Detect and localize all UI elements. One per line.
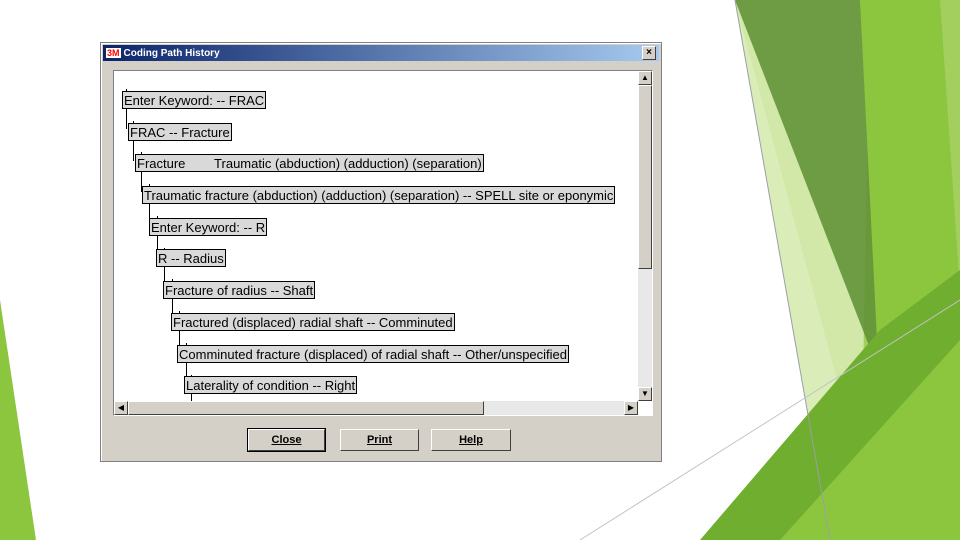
horizontal-scroll-thumb[interactable]	[128, 401, 484, 415]
scroll-up-arrow-icon[interactable]: ▲	[638, 71, 652, 85]
tree-item[interactable]: Fracture of radius -- Shaft	[163, 281, 316, 299]
scroll-right-arrow-icon[interactable]: ▶	[624, 401, 638, 415]
title-bar: 3M Coding Path History ×	[103, 45, 659, 61]
tree-item[interactable]: R -- Radius	[156, 249, 226, 267]
print-button[interactable]: Print	[340, 429, 419, 451]
tree-item[interactable]: Laterality of condition -- Right	[184, 376, 358, 394]
tree-item[interactable]: Comminuted fracture (displaced) of radia…	[177, 345, 570, 363]
3m-logo: 3M	[106, 48, 121, 58]
help-button[interactable]: Help	[431, 429, 511, 451]
tree-item[interactable]: FRAC -- Fracture	[128, 123, 232, 141]
dialog-title: Coding Path History	[123, 47, 220, 59]
close-window-button[interactable]: ×	[642, 46, 656, 60]
vertical-scrollbar[interactable]: ▲ ▼	[638, 71, 652, 401]
vertical-scroll-thumb[interactable]	[638, 85, 652, 269]
tree-item[interactable]: Enter Keyword: -- FRAC	[122, 91, 267, 109]
path-tree-view[interactable]: Enter Keyword: -- FRAC FRAC -- Fracture …	[113, 70, 653, 416]
tree-item[interactable]: Fractured (displaced) radial shaft -- Co…	[171, 313, 455, 331]
tree-item[interactable]: Fracture Traumatic (abduction) (adductio…	[135, 154, 484, 172]
close-button[interactable]: Close	[247, 428, 326, 452]
scroll-down-arrow-icon[interactable]: ▼	[638, 387, 652, 401]
tree-item[interactable]: Traumatic fracture (abduction) (adductio…	[142, 186, 616, 204]
coding-path-history-dialog: 3M Coding Path History × Enter Keyword: …	[100, 42, 662, 462]
scroll-left-arrow-icon[interactable]: ◀	[114, 401, 128, 415]
left-green-triangle	[0, 300, 36, 540]
tree-item[interactable]: Enter Keyword: -- R	[149, 218, 268, 236]
horizontal-scrollbar[interactable]: ◀ ▶	[114, 401, 638, 415]
